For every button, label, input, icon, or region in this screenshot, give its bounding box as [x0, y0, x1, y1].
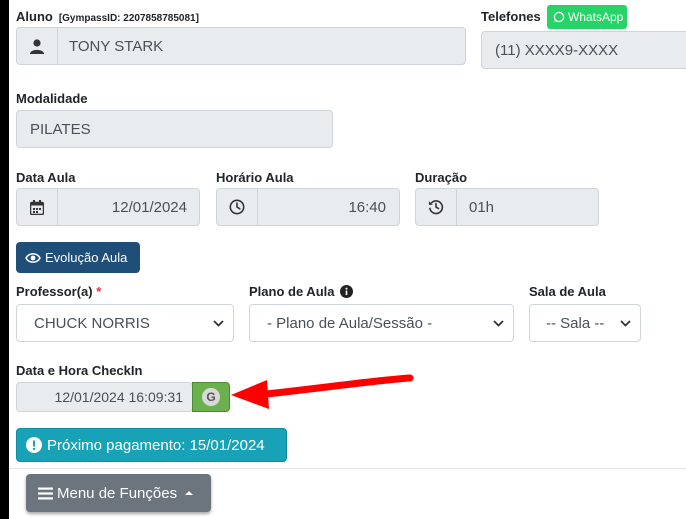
required-mark: * [96, 284, 102, 299]
phones-label: Telefones [481, 9, 541, 24]
evolution-button-label: Evolução Aula [45, 250, 128, 265]
professor-label: Professor(a) * [16, 284, 102, 299]
user-icon [17, 28, 58, 64]
student-name-field[interactable]: TONY STARK [16, 27, 466, 65]
lesson-plan-select[interactable]: - Plano de Aula/Sessão - [249, 304, 514, 342]
phone-field[interactable]: (11) XXXX9-XXXX [481, 31, 686, 69]
checkin-field[interactable]: 12/01/2024 16:09:31 [16, 382, 193, 412]
modality-value: PILATES [30, 120, 91, 138]
room-label: Sala de Aula [529, 284, 606, 299]
calendar-icon [17, 189, 58, 225]
checkin-label: Data e Hora CheckIn [16, 363, 143, 378]
professor-selected: CHUCK NORRIS [34, 314, 150, 332]
eye-icon [25, 252, 41, 263]
history-icon [416, 189, 457, 225]
gympass-badge[interactable]: G [192, 382, 230, 412]
class-date-label: Data Aula [16, 170, 76, 185]
chevron-down-icon [620, 320, 631, 327]
gympass-badge-letter: G [202, 388, 220, 406]
student-name-value: TONY STARK [69, 37, 164, 55]
duration-label: Duração [415, 170, 468, 185]
lesson-plan-label: Plano de Aula [249, 284, 354, 299]
gympass-id: [GympassID: 2207858785081] [58, 13, 199, 24]
modality-field[interactable]: PILATES [16, 110, 333, 148]
divider [9, 468, 686, 469]
checkin-value: 12/01/2024 16:09:31 [54, 389, 183, 405]
clock-icon [217, 189, 258, 225]
class-time-label: Horário Aula [216, 170, 294, 185]
next-payment-alert[interactable]: Próximo pagamento: 15/01/2024 [16, 428, 287, 462]
phone-value: (11) XXXX9-XXXX [495, 41, 619, 59]
functions-menu-button[interactable]: Menu de Funções [26, 474, 211, 512]
whatsapp-button[interactable]: WhatsApp [547, 5, 627, 29]
class-date-field[interactable]: 12/01/2024 [16, 188, 200, 226]
menu-icon [38, 487, 53, 499]
class-date-value: 12/01/2024 [111, 198, 187, 216]
info-icon[interactable] [340, 285, 354, 298]
class-time-value: 16:40 [348, 198, 386, 216]
professor-select[interactable]: CHUCK NORRIS [16, 304, 234, 342]
left-edge-bar [0, 0, 9, 519]
evolution-button[interactable]: Evolução Aula [16, 242, 140, 273]
room-selected: -- Sala -- [546, 314, 605, 332]
exclamation-circle-icon [26, 437, 42, 453]
room-select[interactable]: -- Sala -- [529, 304, 641, 342]
student-label: Aluno [GympassID: 2207858785081] [16, 9, 199, 24]
functions-menu-label: Menu de Funções [57, 484, 178, 502]
chevron-down-icon [493, 320, 504, 327]
chevron-down-icon [213, 320, 224, 327]
next-payment-label: Próximo pagamento: 15/01/2024 [47, 436, 265, 454]
modality-label: Modalidade [16, 91, 88, 106]
red-arrow-annotation [231, 374, 414, 409]
duration-value: 01h [469, 198, 495, 216]
duration-field[interactable]: 01h [415, 188, 599, 226]
caret-up-icon [185, 491, 194, 495]
class-time-field[interactable]: 16:40 [216, 188, 400, 226]
whatsapp-label: WhatsApp [568, 10, 624, 24]
whatsapp-icon [553, 11, 565, 23]
lesson-plan-selected: - Plano de Aula/Sessão - [267, 314, 433, 332]
